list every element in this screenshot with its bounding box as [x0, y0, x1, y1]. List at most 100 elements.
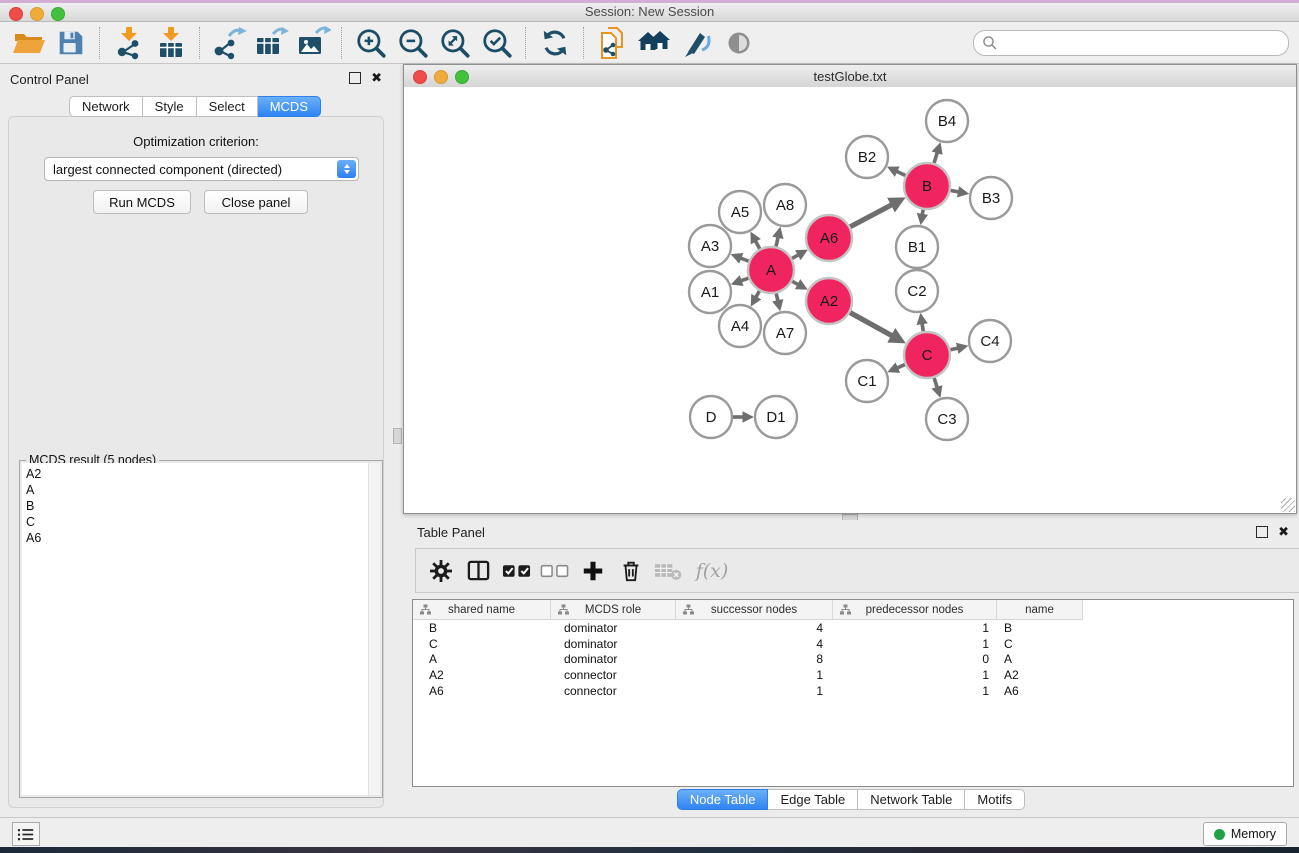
- cell-MCDS-role[interactable]: dominator: [550, 652, 674, 668]
- edge-B-B4[interactable]: [934, 151, 938, 163]
- result-item-C[interactable]: C: [22, 514, 380, 530]
- graph-node-B2[interactable]: B2: [846, 136, 888, 178]
- edge-A2-C[interactable]: [850, 313, 894, 337]
- edge-B-B1[interactable]: [922, 210, 923, 216]
- table-row-B[interactable]: Bdominator41B: [413, 621, 1293, 637]
- ndex-home-icon[interactable]: [634, 25, 676, 61]
- cell-successor-nodes[interactable]: 8: [674, 652, 830, 668]
- deselect-all-icon[interactable]: [540, 556, 569, 586]
- graph-node-C2[interactable]: C2: [896, 270, 938, 312]
- zoom-fit-icon[interactable]: [434, 25, 476, 61]
- edge-C-C2[interactable]: [922, 322, 923, 331]
- refresh-icon[interactable]: [534, 25, 576, 61]
- edge-A-A1[interactable]: [740, 278, 749, 281]
- edge-A-A2[interactable]: [792, 281, 799, 285]
- float-table-panel-icon[interactable]: [1256, 526, 1268, 538]
- export-network-icon[interactable]: [208, 25, 250, 61]
- column-header-name[interactable]: name: [997, 600, 1083, 619]
- tab-network[interactable]: Network: [69, 96, 143, 117]
- export-table-icon[interactable]: [250, 25, 292, 61]
- result-item-A6[interactable]: A6: [22, 530, 380, 546]
- cell-shared-name[interactable]: C: [413, 637, 550, 653]
- table-options-icon[interactable]: [426, 556, 455, 586]
- apply-style-icon[interactable]: [676, 25, 718, 61]
- cell-predecessor-nodes[interactable]: 1: [830, 637, 993, 653]
- select-all-icon[interactable]: [502, 556, 531, 586]
- cell-name[interactable]: A6: [993, 684, 1078, 700]
- import-table-icon[interactable]: [150, 25, 192, 61]
- cell-predecessor-nodes[interactable]: 1: [830, 668, 993, 684]
- result-item-B[interactable]: B: [22, 498, 380, 514]
- import-network-icon[interactable]: [108, 25, 150, 61]
- tab-network-table[interactable]: Network Table: [858, 789, 965, 810]
- network-window-titlebar[interactable]: testGlobe.txt: [404, 65, 1296, 88]
- cell-successor-nodes[interactable]: 4: [674, 621, 830, 637]
- tab-select[interactable]: Select: [197, 96, 258, 117]
- graph-node-A3[interactable]: A3: [689, 225, 731, 267]
- search-input[interactable]: [998, 35, 1280, 51]
- edge-C-C1[interactable]: [896, 365, 905, 369]
- cell-shared-name[interactable]: B: [413, 621, 550, 637]
- export-image-icon[interactable]: [292, 25, 334, 61]
- edge-C-C3[interactable]: [934, 378, 937, 389]
- graph-node-A5[interactable]: A5: [719, 191, 761, 233]
- edge-A6-B[interactable]: [850, 204, 893, 227]
- cell-MCDS-role[interactable]: connector: [550, 684, 674, 700]
- cell-MCDS-role[interactable]: connector: [550, 668, 674, 684]
- cell-shared-name[interactable]: A: [413, 652, 550, 668]
- cell-successor-nodes[interactable]: 1: [674, 668, 830, 684]
- cell-predecessor-nodes[interactable]: 0: [830, 652, 993, 668]
- column-header-MCDS-role[interactable]: MCDS role: [551, 600, 676, 619]
- show-details-icon[interactable]: [718, 25, 760, 61]
- close-panel-icon[interactable]: ✖: [371, 73, 382, 83]
- tab-motifs[interactable]: Motifs: [965, 789, 1025, 810]
- edge-A-A8[interactable]: [776, 236, 778, 247]
- graph-node-A7[interactable]: A7: [764, 312, 806, 354]
- add-column-icon[interactable]: [578, 556, 607, 586]
- graph-node-A1[interactable]: A1: [689, 271, 731, 313]
- tab-edge-table[interactable]: Edge Table: [768, 789, 858, 810]
- cell-shared-name[interactable]: A6: [413, 684, 550, 700]
- result-list-scrollbar[interactable]: [368, 463, 380, 795]
- save-session-icon[interactable]: [50, 25, 92, 61]
- delete-column-icon[interactable]: [616, 556, 645, 586]
- zoom-out-icon[interactable]: [392, 25, 434, 61]
- column-header-shared-name[interactable]: shared name: [413, 600, 551, 619]
- edge-A-A5[interactable]: [755, 240, 760, 249]
- edge-A-A7[interactable]: [776, 293, 778, 302]
- task-history-button[interactable]: [12, 822, 40, 846]
- mcds-result-list[interactable]: A2ABCA6: [22, 463, 380, 795]
- graph-node-A6[interactable]: A6: [806, 215, 852, 261]
- cell-MCDS-role[interactable]: dominator: [550, 637, 674, 653]
- column-header-successor-nodes[interactable]: successor nodes: [676, 600, 833, 619]
- table-row-A6[interactable]: A6connector11A6: [413, 684, 1293, 700]
- column-header-predecessor-nodes[interactable]: predecessor nodes: [833, 600, 997, 619]
- edge-B-B3[interactable]: [951, 190, 960, 192]
- edge-C-C4[interactable]: [950, 348, 959, 350]
- float-panel-icon[interactable]: [349, 72, 361, 84]
- zoom-in-icon[interactable]: [350, 25, 392, 61]
- edge-A-A4[interactable]: [755, 291, 759, 298]
- table-row-A[interactable]: Adominator80A: [413, 652, 1293, 668]
- cell-predecessor-nodes[interactable]: 1: [830, 684, 993, 700]
- edge-B-B2[interactable]: [896, 171, 906, 176]
- cell-successor-nodes[interactable]: 1: [674, 684, 830, 700]
- graph-node-A[interactable]: A: [748, 247, 794, 293]
- cell-shared-name[interactable]: A2: [413, 668, 550, 684]
- run-mcds-button[interactable]: Run MCDS: [93, 190, 191, 214]
- cell-name[interactable]: C: [993, 637, 1078, 653]
- search-box[interactable]: [973, 30, 1289, 56]
- memory-button[interactable]: Memory: [1203, 822, 1287, 846]
- result-item-A2[interactable]: A2: [22, 466, 380, 482]
- window-resize-grip[interactable]: [1281, 498, 1295, 512]
- edge-A-A3[interactable]: [740, 258, 749, 262]
- network-canvas[interactable]: B4B2BB3A8A5A6A3B1AA1C2A2A4A7C4CC1C3DD1: [404, 87, 1296, 513]
- cell-name[interactable]: A2: [993, 668, 1078, 684]
- vertical-divider-handle[interactable]: [393, 428, 402, 444]
- cell-successor-nodes[interactable]: 4: [674, 637, 830, 653]
- criterion-dropdown[interactable]: largest connected component (directed): [44, 157, 359, 181]
- open-in-cyndex-icon[interactable]: [592, 25, 634, 61]
- result-item-A[interactable]: A: [22, 482, 380, 498]
- cell-name[interactable]: A: [993, 652, 1078, 668]
- zoom-selected-icon[interactable]: [476, 25, 518, 61]
